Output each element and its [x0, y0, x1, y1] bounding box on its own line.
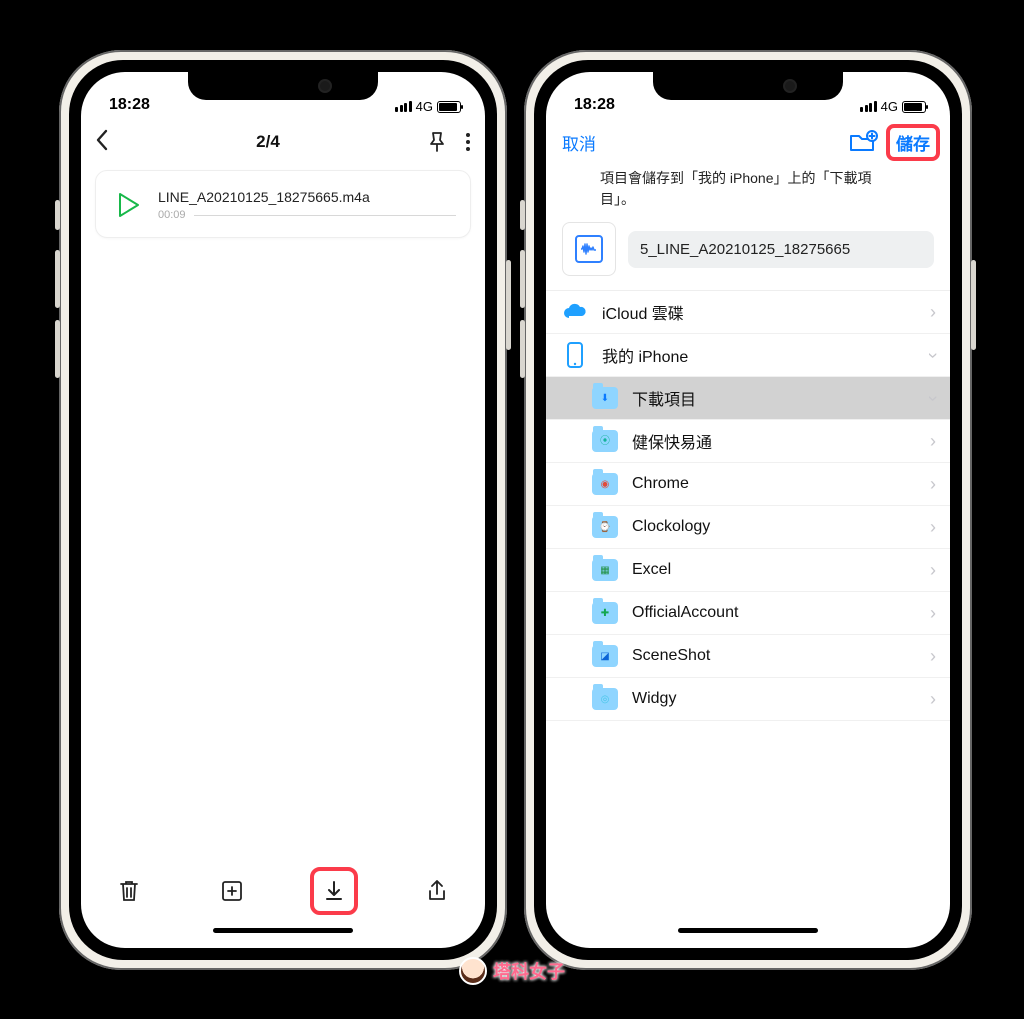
folder-label: SceneShot: [632, 647, 930, 665]
folder-row[interactable]: ◉ Chrome›: [546, 463, 950, 506]
file-duration: 00:09: [158, 209, 186, 221]
folder-label: 下載項目: [632, 386, 930, 410]
file-thumbnail: [562, 222, 616, 276]
chevron-right-icon: ›: [930, 689, 936, 710]
battery-icon: [437, 101, 461, 113]
folder-row[interactable]: ✚ OfficialAccount›: [546, 592, 950, 635]
location-list: iCloud 雲碟 › 我的 iPhone › ⬇下載項目›⦿健保快易通›◉Ch…: [546, 290, 950, 721]
signal-icon: [860, 101, 877, 112]
location-label: iCloud 雲碟: [602, 300, 930, 324]
chevron-right-icon: ›: [930, 302, 936, 323]
chevron-down-icon: ›: [923, 395, 944, 401]
icloud-icon: [562, 299, 588, 325]
folder-icon: ⌚: [592, 514, 618, 540]
folder-row[interactable]: ◎ Widgy›: [546, 678, 950, 721]
phone-left: 18:28 4G 2/4: [59, 50, 507, 970]
battery-icon: [902, 101, 926, 113]
signal-icon: [395, 101, 412, 112]
chevron-right-icon: ›: [930, 603, 936, 624]
folder-label: Clockology: [632, 518, 930, 536]
mute-switch: [55, 200, 60, 230]
folder-label: OfficialAccount: [632, 604, 930, 622]
folder-icon: ⦿: [592, 428, 618, 454]
pin-button[interactable]: [427, 131, 447, 153]
download-button[interactable]: [310, 867, 358, 915]
chevron-right-icon: ›: [930, 431, 936, 452]
stage: 18:28 4G 2/4: [0, 0, 1024, 1019]
location-label: 我的 iPhone: [602, 343, 930, 367]
back-button[interactable]: [95, 129, 109, 155]
phone-notch: [188, 72, 378, 100]
filename-field[interactable]: 5_LINE_A20210125_18275665: [628, 231, 934, 268]
trash-button[interactable]: [105, 867, 153, 915]
folder-label: 健保快易通: [632, 429, 930, 453]
spacer: [546, 721, 950, 922]
power-button: [506, 260, 511, 350]
volume-up: [55, 250, 60, 308]
phone-right: 18:28 4G 取消 儲存 項目會儲存到「我的 i: [524, 50, 972, 970]
right-screen: 18:28 4G 取消 儲存 項目會儲存到「我的 i: [546, 72, 950, 948]
chevron-right-icon: ›: [930, 474, 936, 495]
chevron-right-icon: ›: [930, 646, 936, 667]
status-right: 4G: [395, 99, 461, 114]
folder-icon: ▦: [592, 557, 618, 583]
save-button[interactable]: 儲存: [886, 124, 940, 161]
progress-bar: [194, 215, 456, 216]
watermark: 塔科女子: [459, 957, 565, 985]
left-screen: 18:28 4G 2/4: [81, 72, 485, 948]
file-name: LINE_A20210125_18275665.m4a: [158, 189, 456, 205]
iphone-icon: [562, 342, 588, 368]
location-iphone[interactable]: 我的 iPhone ›: [546, 334, 950, 377]
file-row: 5_LINE_A20210125_18275665: [546, 216, 950, 290]
audio-card[interactable]: LINE_A20210125_18275665.m4a 00:09: [95, 170, 471, 238]
folder-icon: ✚: [592, 600, 618, 626]
folder-row[interactable]: ▦ Excel›: [546, 549, 950, 592]
watermark-text: 塔科女子: [493, 958, 565, 984]
play-button[interactable]: [104, 192, 152, 218]
network-label: 4G: [416, 99, 433, 114]
share-button[interactable]: [413, 867, 461, 915]
volume-down: [520, 320, 525, 378]
add-button[interactable]: [208, 867, 256, 915]
chevron-right-icon: ›: [930, 560, 936, 581]
volume-up: [520, 250, 525, 308]
folder-label: Excel: [632, 561, 930, 579]
spacer: [81, 242, 485, 860]
files-nav: 取消 儲存: [546, 118, 950, 166]
save-label: 儲存: [896, 135, 930, 154]
folder-icon: ◪: [592, 643, 618, 669]
chevron-right-icon: ›: [930, 517, 936, 538]
chevron-down-icon: ›: [923, 352, 944, 358]
folder-row[interactable]: ⌚ Clockology›: [546, 506, 950, 549]
page-counter: 2/4: [256, 132, 280, 152]
power-button: [971, 260, 976, 350]
status-time: 18:28: [109, 96, 150, 114]
keep-nav: 2/4: [81, 118, 485, 166]
folder-row[interactable]: ⬇ 下載項目›: [546, 377, 950, 420]
audio-wave-icon: [575, 235, 603, 263]
folder-icon: ⬇: [592, 385, 618, 411]
folder-icon: ◎: [592, 686, 618, 712]
folder-label: Chrome: [632, 475, 930, 493]
phone-notch: [653, 72, 843, 100]
cancel-button[interactable]: 取消: [562, 130, 596, 155]
volume-down: [55, 320, 60, 378]
folder-row[interactable]: ⦿ 健保快易通›: [546, 420, 950, 463]
watermark-avatar: [459, 957, 487, 985]
location-icloud[interactable]: iCloud 雲碟 ›: [546, 291, 950, 334]
status-right: 4G: [860, 99, 926, 114]
folder-icon: ◉: [592, 471, 618, 497]
folder-label: Widgy: [632, 690, 930, 708]
home-indicator[interactable]: [546, 922, 950, 948]
folder-row[interactable]: ◪ SceneShot›: [546, 635, 950, 678]
network-label: 4G: [881, 99, 898, 114]
bottom-toolbar: [81, 860, 485, 922]
status-time: 18:28: [574, 96, 615, 114]
mute-switch: [520, 200, 525, 230]
save-hint: 項目會儲存到「我的 iPhone」上的「下載項目」。: [546, 166, 950, 216]
file-meta: LINE_A20210125_18275665.m4a 00:09: [158, 189, 456, 221]
home-indicator[interactable]: [81, 922, 485, 948]
new-folder-button[interactable]: [848, 130, 878, 154]
more-button[interactable]: [465, 131, 471, 153]
